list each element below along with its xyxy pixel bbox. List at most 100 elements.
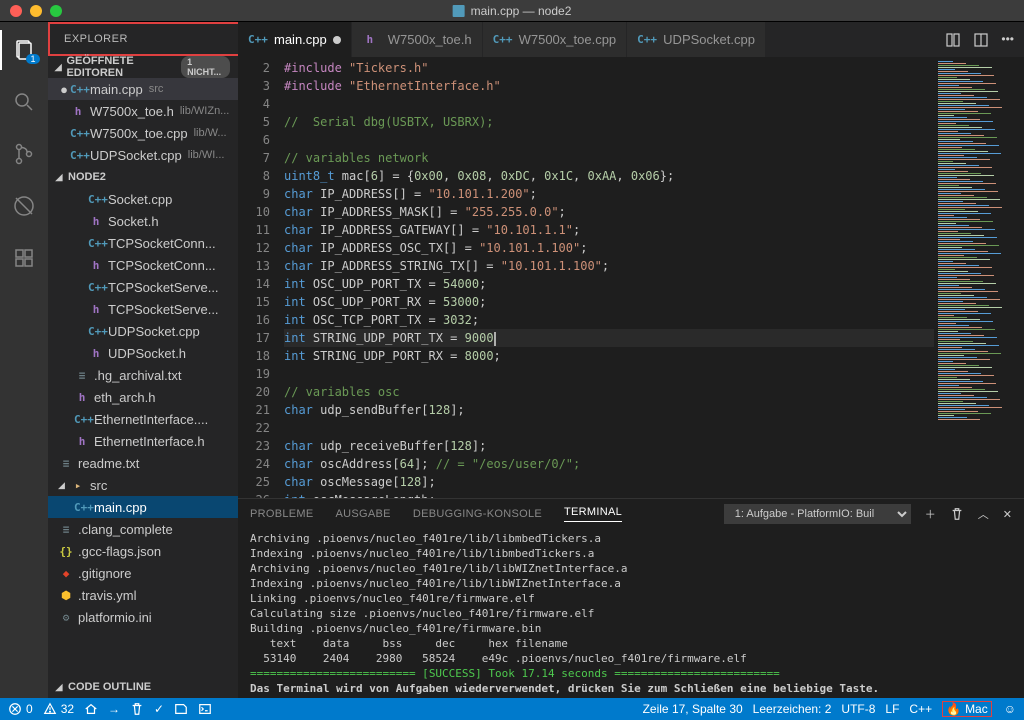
file-type-icon: ▸	[70, 479, 86, 492]
tab-label: W7500x_toe.h	[388, 32, 472, 47]
status-language[interactable]: C++	[909, 702, 932, 716]
editor-tab[interactable]: C++main.cpp	[238, 22, 352, 57]
panel-tab-terminal[interactable]: TERMINAL	[564, 506, 622, 522]
status-terminal-icon[interactable]	[198, 702, 212, 716]
code-editor[interactable]: #include "Tickers.h"#include "EthernetIn…	[284, 57, 934, 498]
open-editor-item[interactable]: C++UDPSocket.cpplib/WI...	[48, 144, 238, 166]
kill-terminal-icon[interactable]	[950, 507, 964, 521]
new-terminal-icon[interactable]: ＋	[925, 506, 936, 522]
unsaved-badge: 1 NICHT...	[181, 56, 230, 78]
close-panel-icon[interactable]: ✕	[1003, 508, 1012, 521]
explorer-tree-item[interactable]: C++main.cpp	[48, 496, 238, 518]
explorer-tree-item[interactable]: C++Socket.cpp	[48, 188, 238, 210]
split-editor-icon[interactable]	[973, 32, 989, 48]
file-name: EthernetInterface.h	[94, 434, 205, 449]
status-upload-icon[interactable]	[130, 702, 144, 716]
explorer-tree-item[interactable]: ≡readme.txt	[48, 452, 238, 474]
panel-tab-problems[interactable]: PROBLEME	[250, 508, 314, 520]
file-name: UDPSocket.h	[108, 346, 186, 361]
explorer-tree-item[interactable]: {}.gcc-flags.json	[48, 540, 238, 562]
explorer-tree-item[interactable]: heth_arch.h	[48, 386, 238, 408]
activity-debug[interactable]	[0, 186, 48, 226]
explorer-tree-item[interactable]: ≡ .clang_complete	[48, 518, 238, 540]
open-editors-header[interactable]: ◢ GEÖFFNETE EDITOREN 1 NICHT...	[48, 56, 238, 78]
line-number-gutter[interactable]: 2345678910111213141516171819202122232425…	[238, 57, 284, 498]
more-icon[interactable]: •••	[1001, 32, 1014, 48]
explorer-tree-item[interactable]: ◆.gitignore	[48, 562, 238, 584]
explorer-tree-item[interactable]: C++ TCPSocketServe...	[48, 276, 238, 298]
explorer-tree-item[interactable]: ◢▸src	[48, 474, 238, 496]
file-type-icon: h	[70, 105, 86, 118]
explorer-tree-item[interactable]: ≡.hg_archival.txt	[48, 364, 238, 386]
status-warnings[interactable]: 32	[43, 702, 74, 716]
file-name: UDPSocket.cpp	[90, 148, 182, 163]
explorer-tree-item[interactable]: h EthernetInterface.h	[48, 430, 238, 452]
explorer-tree-item[interactable]: hTCPSocketConn...	[48, 254, 238, 276]
file-name: .clang_complete	[78, 522, 173, 537]
activity-explorer[interactable]: 1	[0, 30, 48, 70]
tab-label: W7500x_toe.cpp	[519, 32, 617, 47]
file-type-icon: h	[74, 435, 90, 448]
editor-tab[interactable]: C++UDPSocket.cpp	[627, 22, 766, 57]
maximize-window-button[interactable]	[50, 5, 62, 17]
status-platform[interactable]: 🔥Mac	[942, 701, 992, 717]
file-type-icon: ≡	[58, 523, 74, 536]
explorer-tree-item[interactable]: C++UDPSocket.cpp	[48, 320, 238, 342]
open-editor-item[interactable]: hW7500x_toe.hlib/WIZn...	[48, 100, 238, 122]
panel-tab-output[interactable]: AUSGABE	[336, 508, 391, 520]
bottom-panel: PROBLEME AUSGABE DEBUGGING-KONSOLE TERMI…	[238, 498, 1024, 698]
file-type-icon: h	[362, 33, 378, 46]
status-serial-icon[interactable]	[174, 702, 188, 716]
status-cursor-position[interactable]: Zeile 17, Spalte 30	[643, 702, 743, 716]
explorer-tree-item[interactable]: hSocket.h	[48, 210, 238, 232]
tab-label: main.cpp	[274, 32, 327, 47]
minimize-window-button[interactable]	[30, 5, 42, 17]
explorer-tree-item[interactable]: ⬢.travis.yml	[48, 584, 238, 606]
activity-extensions[interactable]	[0, 238, 48, 278]
status-home-icon[interactable]	[84, 702, 98, 716]
sidebar-title: EXPLORER	[48, 22, 238, 56]
maximize-panel-icon[interactable]: ︿	[978, 506, 989, 522]
status-feedback-icon[interactable]: ☺	[1004, 702, 1016, 716]
file-name: TCPSocketServe...	[108, 280, 219, 295]
close-window-button[interactable]	[10, 5, 22, 17]
panel-tab-debug[interactable]: DEBUGGING-KONSOLE	[413, 508, 542, 520]
status-check-icon[interactable]: ✓	[154, 702, 164, 716]
file-name: TCPSocketServe...	[108, 302, 219, 317]
activity-search[interactable]	[0, 82, 48, 122]
explorer-tree-item[interactable]: C++TCPSocketConn...	[48, 232, 238, 254]
explorer-tree-item[interactable]: ⚙platformio.ini	[48, 606, 238, 628]
open-editor-item[interactable]: C++W7500x_toe.cpplib/W...	[48, 122, 238, 144]
status-indent[interactable]: Leerzeichen: 2	[753, 702, 832, 716]
status-build-icon[interactable]: →	[108, 702, 120, 716]
status-encoding[interactable]: UTF-8	[841, 702, 875, 716]
file-type-icon: h	[88, 215, 104, 228]
activity-scm[interactable]	[0, 134, 48, 174]
file-type-icon: ≡	[58, 457, 74, 470]
compare-icon[interactable]	[945, 32, 961, 48]
editor-tab[interactable]: h W7500x_toe.h	[352, 22, 483, 57]
explorer-tree-item[interactable]: hUDPSocket.h	[48, 342, 238, 364]
file-name: platformio.ini	[78, 610, 152, 625]
file-path: lib/WI...	[188, 149, 225, 161]
editor-tabs-row: C++main.cpp h W7500x_toe.h C++W7500x_toe.cp…	[238, 22, 1024, 57]
explorer-tree-item[interactable]: C++EthernetInterface....	[48, 408, 238, 430]
file-name: .gcc-flags.json	[78, 544, 161, 559]
outline-header[interactable]: ◢ CODE OUTLINE	[48, 676, 238, 698]
project-header[interactable]: ◢ NODE2	[48, 166, 238, 188]
status-errors[interactable]: 0	[8, 702, 33, 716]
file-icon	[453, 5, 465, 17]
terminal-task-select[interactable]: 1: Aufgabe - PlatformIO: Buil	[724, 504, 911, 524]
terminal-output[interactable]: Archiving .pioenvs/nucleo_f401re/lib/lib…	[238, 529, 1024, 698]
editor-tab[interactable]: C++W7500x_toe.cpp	[483, 22, 628, 57]
explorer-tree-item[interactable]: hTCPSocketServe...	[48, 298, 238, 320]
editor-actions: •••	[935, 32, 1024, 48]
minimap[interactable]	[934, 57, 1024, 498]
file-type-icon: C++	[88, 281, 104, 294]
open-editor-item[interactable]: ●C++main.cppsrc	[48, 78, 238, 100]
file-name: eth_arch.h	[94, 390, 155, 405]
activity-bar: 1	[0, 22, 48, 698]
status-eol[interactable]: LF	[885, 702, 899, 716]
sidebar: EXPLORER ◢ GEÖFFNETE EDITOREN 1 NICHT...…	[48, 22, 238, 698]
file-name: TCPSocketConn...	[108, 236, 216, 251]
